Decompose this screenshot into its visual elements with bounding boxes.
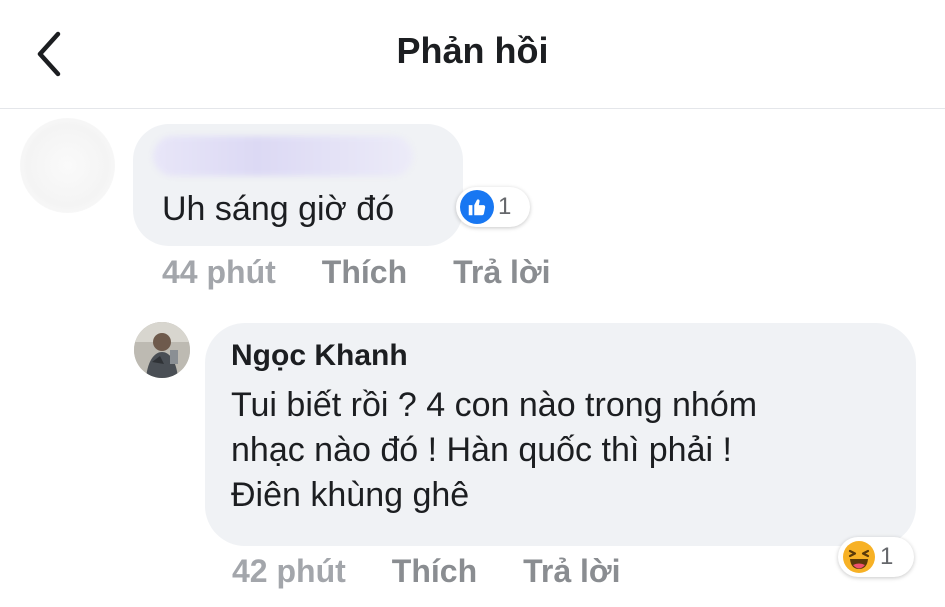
replies-screen: Phản hồi Uh sáng giờ đó 1 44 phút Thích … <box>0 0 945 607</box>
comment-text-line: Tui biết rồi ? 4 con nào trong nhóm <box>231 386 758 424</box>
comment-time: 42 phút <box>232 553 346 589</box>
reaction-count: 1 <box>498 193 512 220</box>
reply-button[interactable]: Trả lời <box>453 254 550 291</box>
comment-bubble[interactable]: Uh sáng giờ đó <box>133 124 463 246</box>
reply-button[interactable]: Trả lời <box>523 553 620 590</box>
reaction-summary[interactable]: 1 <box>838 537 914 577</box>
header: Phản hồi <box>0 0 945 109</box>
blurred-author-name <box>153 136 413 176</box>
page-title: Phản hồi <box>396 30 549 71</box>
comment-actions: 42 phút Thích Trả lời <box>232 553 621 590</box>
comment-text-line: Điên khùng ghê <box>231 476 470 514</box>
comment-time: 44 phút <box>162 254 276 290</box>
comment-text: Tui biết rồi ? 4 con nào trong nhóm nhạc… <box>231 383 891 518</box>
cropped-avatar <box>20 118 115 213</box>
comment-bubble[interactable]: Ngọc Khanh Tui biết rồi ? 4 con nào tron… <box>205 323 916 546</box>
comment-text: Uh sáng giờ đó <box>162 190 395 228</box>
haha-icon <box>842 540 876 574</box>
comment-text-line: nhạc nào đó ! Hàn quốc thì phải ! <box>231 431 732 469</box>
like-button[interactable]: Thích <box>322 254 407 291</box>
reaction-summary[interactable]: 1 <box>456 187 530 227</box>
avatar[interactable] <box>134 322 190 378</box>
reaction-count: 1 <box>880 543 894 570</box>
comment-author[interactable]: Ngọc Khanh <box>231 339 408 373</box>
like-icon <box>460 190 494 224</box>
comment-actions: 44 phút Thích Trả lời <box>162 254 551 291</box>
like-button[interactable]: Thích <box>392 553 477 590</box>
